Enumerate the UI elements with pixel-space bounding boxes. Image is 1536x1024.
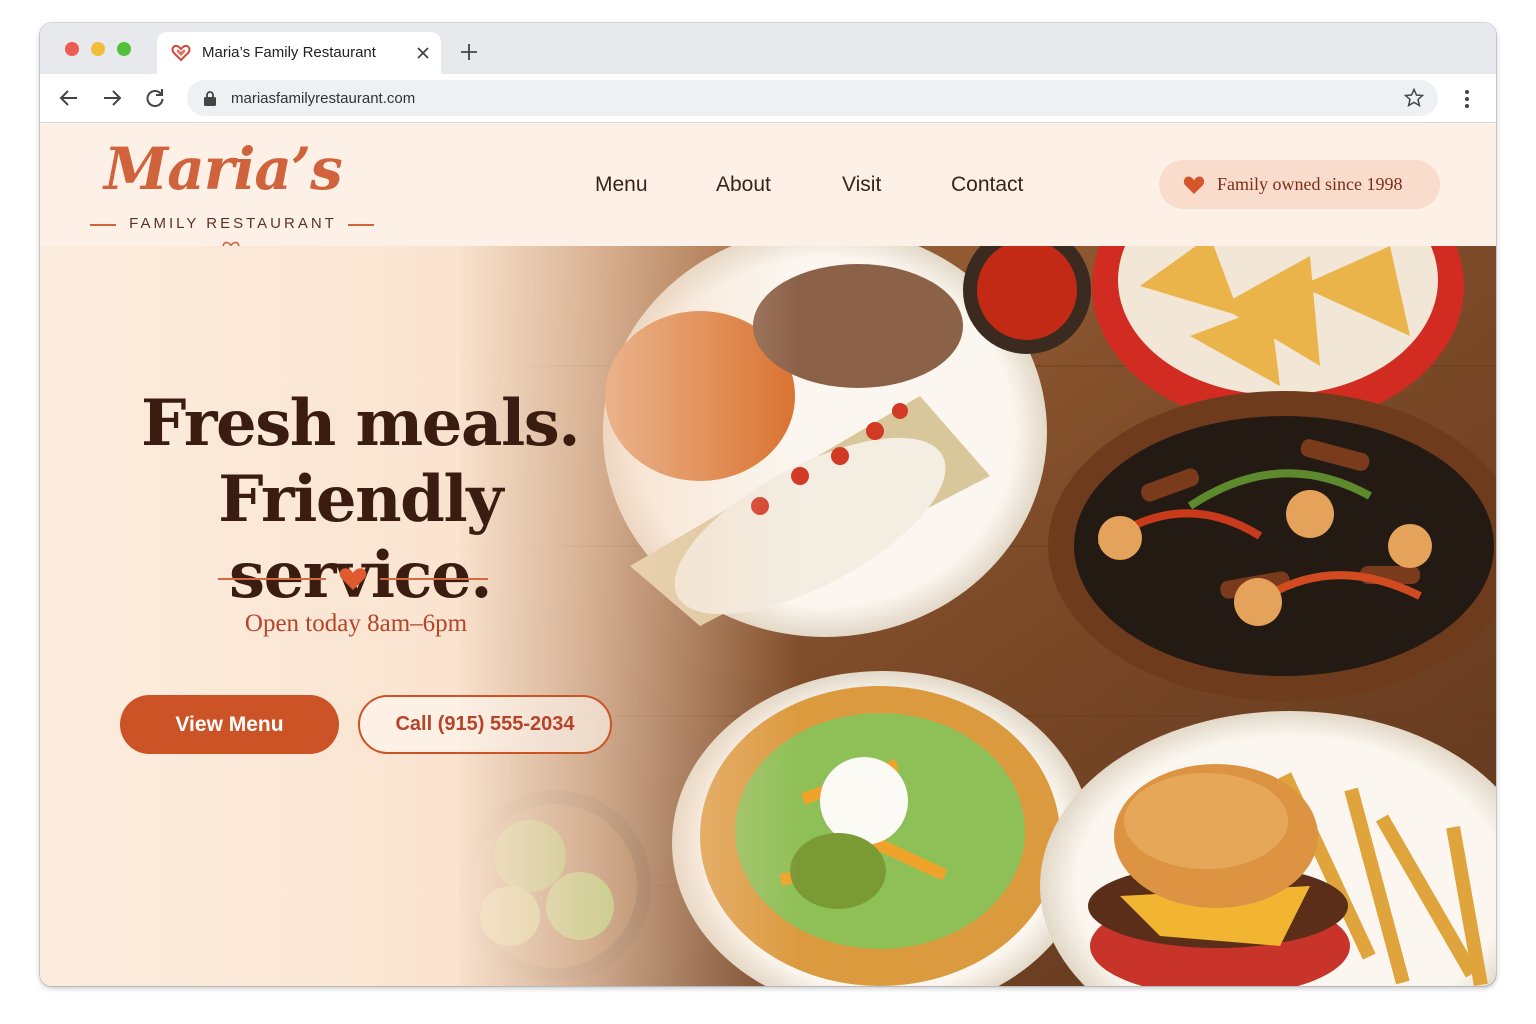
close-icon[interactable] [415, 45, 431, 61]
minimize-window-button[interactable] [91, 42, 105, 56]
back-icon[interactable] [58, 87, 80, 109]
browser-toolbar: mariasfamilyrestaurant.com [40, 74, 1496, 123]
reload-icon[interactable] [144, 87, 166, 109]
logo-script: Maria’s [104, 135, 343, 203]
call-button[interactable]: Call (915) 555-2034 [358, 695, 612, 754]
forward-icon[interactable] [101, 87, 123, 109]
hero-section: Fresh meals. Friendly service. Open toda… [40, 246, 1496, 986]
site-header: Maria’s FAMILY RESTAURANT Menu About Vis… [40, 123, 1496, 257]
nav-menu[interactable]: Menu [595, 173, 648, 197]
close-window-button[interactable] [65, 42, 79, 56]
heart-icon [339, 568, 367, 590]
nav-about[interactable]: About [716, 173, 771, 197]
tab-strip: Maria’s Family Restaurant [40, 23, 1496, 74]
plus-icon[interactable] [460, 43, 478, 61]
opening-hours: Open today 8am–6pm [244, 610, 468, 637]
logo-subtitle: FAMILY RESTAURANT [129, 215, 337, 232]
url-text: mariasfamilyrestaurant.com [231, 90, 416, 107]
headline-line-1: Fresh meals. [140, 386, 581, 461]
heart-divider [218, 568, 488, 590]
address-bar[interactable]: mariasfamilyrestaurant.com [187, 80, 1438, 116]
nav-visit[interactable]: Visit [842, 173, 881, 197]
badge-text: Family owned since 1998 [1217, 174, 1403, 194]
logo[interactable]: Maria’s FAMILY RESTAURANT [88, 135, 378, 257]
bookmark-star-icon[interactable] [1404, 88, 1424, 108]
tab-title: Maria’s Family Restaurant [202, 44, 376, 61]
view-menu-button[interactable]: View Menu [120, 695, 339, 754]
lock-icon [204, 91, 216, 106]
nav-contact[interactable]: Contact [951, 173, 1023, 197]
more-icon[interactable] [1458, 88, 1476, 110]
heart-icon [1183, 176, 1205, 194]
logo-rule-right [348, 224, 374, 226]
family-owned-badge: Family owned since 1998 [1159, 160, 1440, 209]
tab-active[interactable]: Maria’s Family Restaurant [157, 32, 441, 74]
maximize-window-button[interactable] [117, 42, 131, 56]
heart-favicon-icon [171, 44, 191, 62]
browser-window: Maria’s Family Restaurant mariasfamilyre… [40, 23, 1496, 986]
